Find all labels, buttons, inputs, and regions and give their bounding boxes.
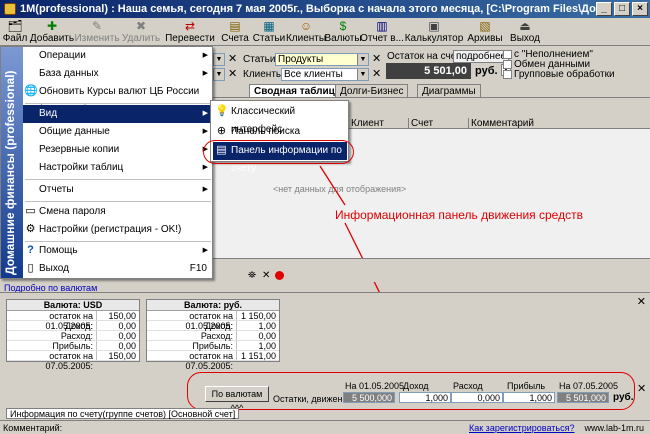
- account-info-tab[interactable]: Информация по счету(группе счетов) [Осно…: [6, 408, 240, 419]
- globe-icon: 🌐: [24, 85, 38, 97]
- menu-item-settings[interactable]: ⚙ Настройки (регистрация - OK!): [23, 221, 213, 239]
- table-row: Расход: 0,00: [147, 331, 279, 341]
- movement-panel: По валютам ^^^ Остатки, движение: На 01.…: [205, 380, 635, 413]
- annotation-submenu-oval: [203, 140, 354, 164]
- table-row: остаток на 07.05.2005: 1 151,00: [147, 351, 279, 371]
- clear-search-icon[interactable]: ✕: [262, 270, 270, 281]
- menu-item-exit[interactable]: ▯ Выход F10: [23, 260, 213, 278]
- table-row: Доход: 0,00: [7, 321, 139, 331]
- chevron-right-icon: ▶: [202, 186, 208, 193]
- submenu-search-panel[interactable]: ⊕ Панель поиска: [213, 123, 347, 141]
- shortcut-label: F10: [189, 263, 207, 274]
- income-value: 1,000: [399, 392, 451, 403]
- chevron-right-icon: ▶: [202, 110, 208, 117]
- binoculars-icon: ⊕: [216, 125, 227, 137]
- table-row: Прибыль: 1,00: [147, 341, 279, 351]
- password-icon: ▭: [25, 205, 36, 217]
- menu-item-common-data[interactable]: Общие данные ▶: [23, 123, 213, 141]
- exit-icon: ▯: [27, 262, 34, 274]
- end-balance-value: 5 501,000: [557, 392, 609, 403]
- table-row: Доход: 1,00: [147, 321, 279, 331]
- chevron-right-icon: ▶: [202, 247, 208, 254]
- menu-item-update-rates[interactable]: 🌐Обновить Курсы валют ЦБ России (интерне…: [23, 83, 213, 115]
- status-bar: Комментарий: Как зарегистрироваться? www…: [0, 420, 650, 434]
- site-text: www.lab-1m.ru: [584, 422, 644, 433]
- chevron-right-icon: ▶: [202, 70, 208, 77]
- submenu-classic-interface[interactable]: 💡 Классический интерфейс: [213, 103, 347, 135]
- menu-brand-strip: Домашние финансы (professional): [1, 47, 23, 278]
- table-row: остаток на 01.05.2005: 1 150,00: [147, 311, 279, 331]
- table-row: Прибыль: 0,00: [7, 341, 139, 351]
- start-balance-value: 5 500,000: [343, 392, 395, 403]
- close-movement-icon[interactable]: ✕: [637, 382, 646, 395]
- menu-item-table-settings[interactable]: Настройки таблиц ▶: [23, 159, 213, 177]
- menu-brand-text: Домашние финансы (professional): [3, 70, 17, 275]
- movement-currency: руб.: [613, 392, 634, 403]
- chevron-right-icon: ▶: [202, 52, 208, 59]
- settings-icon: ⚙: [25, 223, 36, 235]
- currency-table-usd: Валюта: USD остаток на 01.05.2005: 150,00…: [6, 299, 140, 371]
- table-row: остаток на 01.05.2005: 150,00: [7, 311, 139, 331]
- file-menu: Домашние финансы (professional) Операции…: [0, 46, 213, 279]
- profit-value: 1,000: [503, 392, 555, 403]
- expense-value: 0,000: [451, 392, 503, 403]
- bulb-icon: 💡: [215, 105, 229, 117]
- chevron-right-icon: ▶: [202, 128, 208, 135]
- menu-item-view[interactable]: Вид ▶: [23, 105, 213, 123]
- menu-item-reports[interactable]: Отчеты ▶: [23, 181, 213, 199]
- menu-item-database[interactable]: База данных ▶: [23, 65, 213, 83]
- menu-item-operations[interactable]: Операции ▶: [23, 47, 213, 65]
- menu-item-help[interactable]: ? Помощь ▶: [23, 242, 213, 260]
- stop-icon[interactable]: [275, 271, 284, 280]
- register-link[interactable]: Как зарегистрироваться?: [469, 423, 574, 433]
- currency-table-rub: Валюта: руб. остаток на 01.05.2005: 1 150…: [146, 299, 280, 371]
- menu-item-backups[interactable]: Резервные копии ▶: [23, 141, 213, 159]
- menu-item-change-password[interactable]: ▭ Смена пароля: [23, 203, 213, 221]
- binoculars-icon[interactable]: ⛯: [248, 270, 256, 281]
- table-row: остаток на 07.05.2005: 150,00: [7, 351, 139, 371]
- status-comment: Комментарий:: [3, 422, 63, 433]
- close-panel-icon[interactable]: ✕: [637, 295, 646, 308]
- table-row: Расход: 0,00: [7, 331, 139, 341]
- help-icon: ?: [27, 244, 34, 256]
- by-currency-button[interactable]: По валютам ^^^: [205, 386, 269, 413]
